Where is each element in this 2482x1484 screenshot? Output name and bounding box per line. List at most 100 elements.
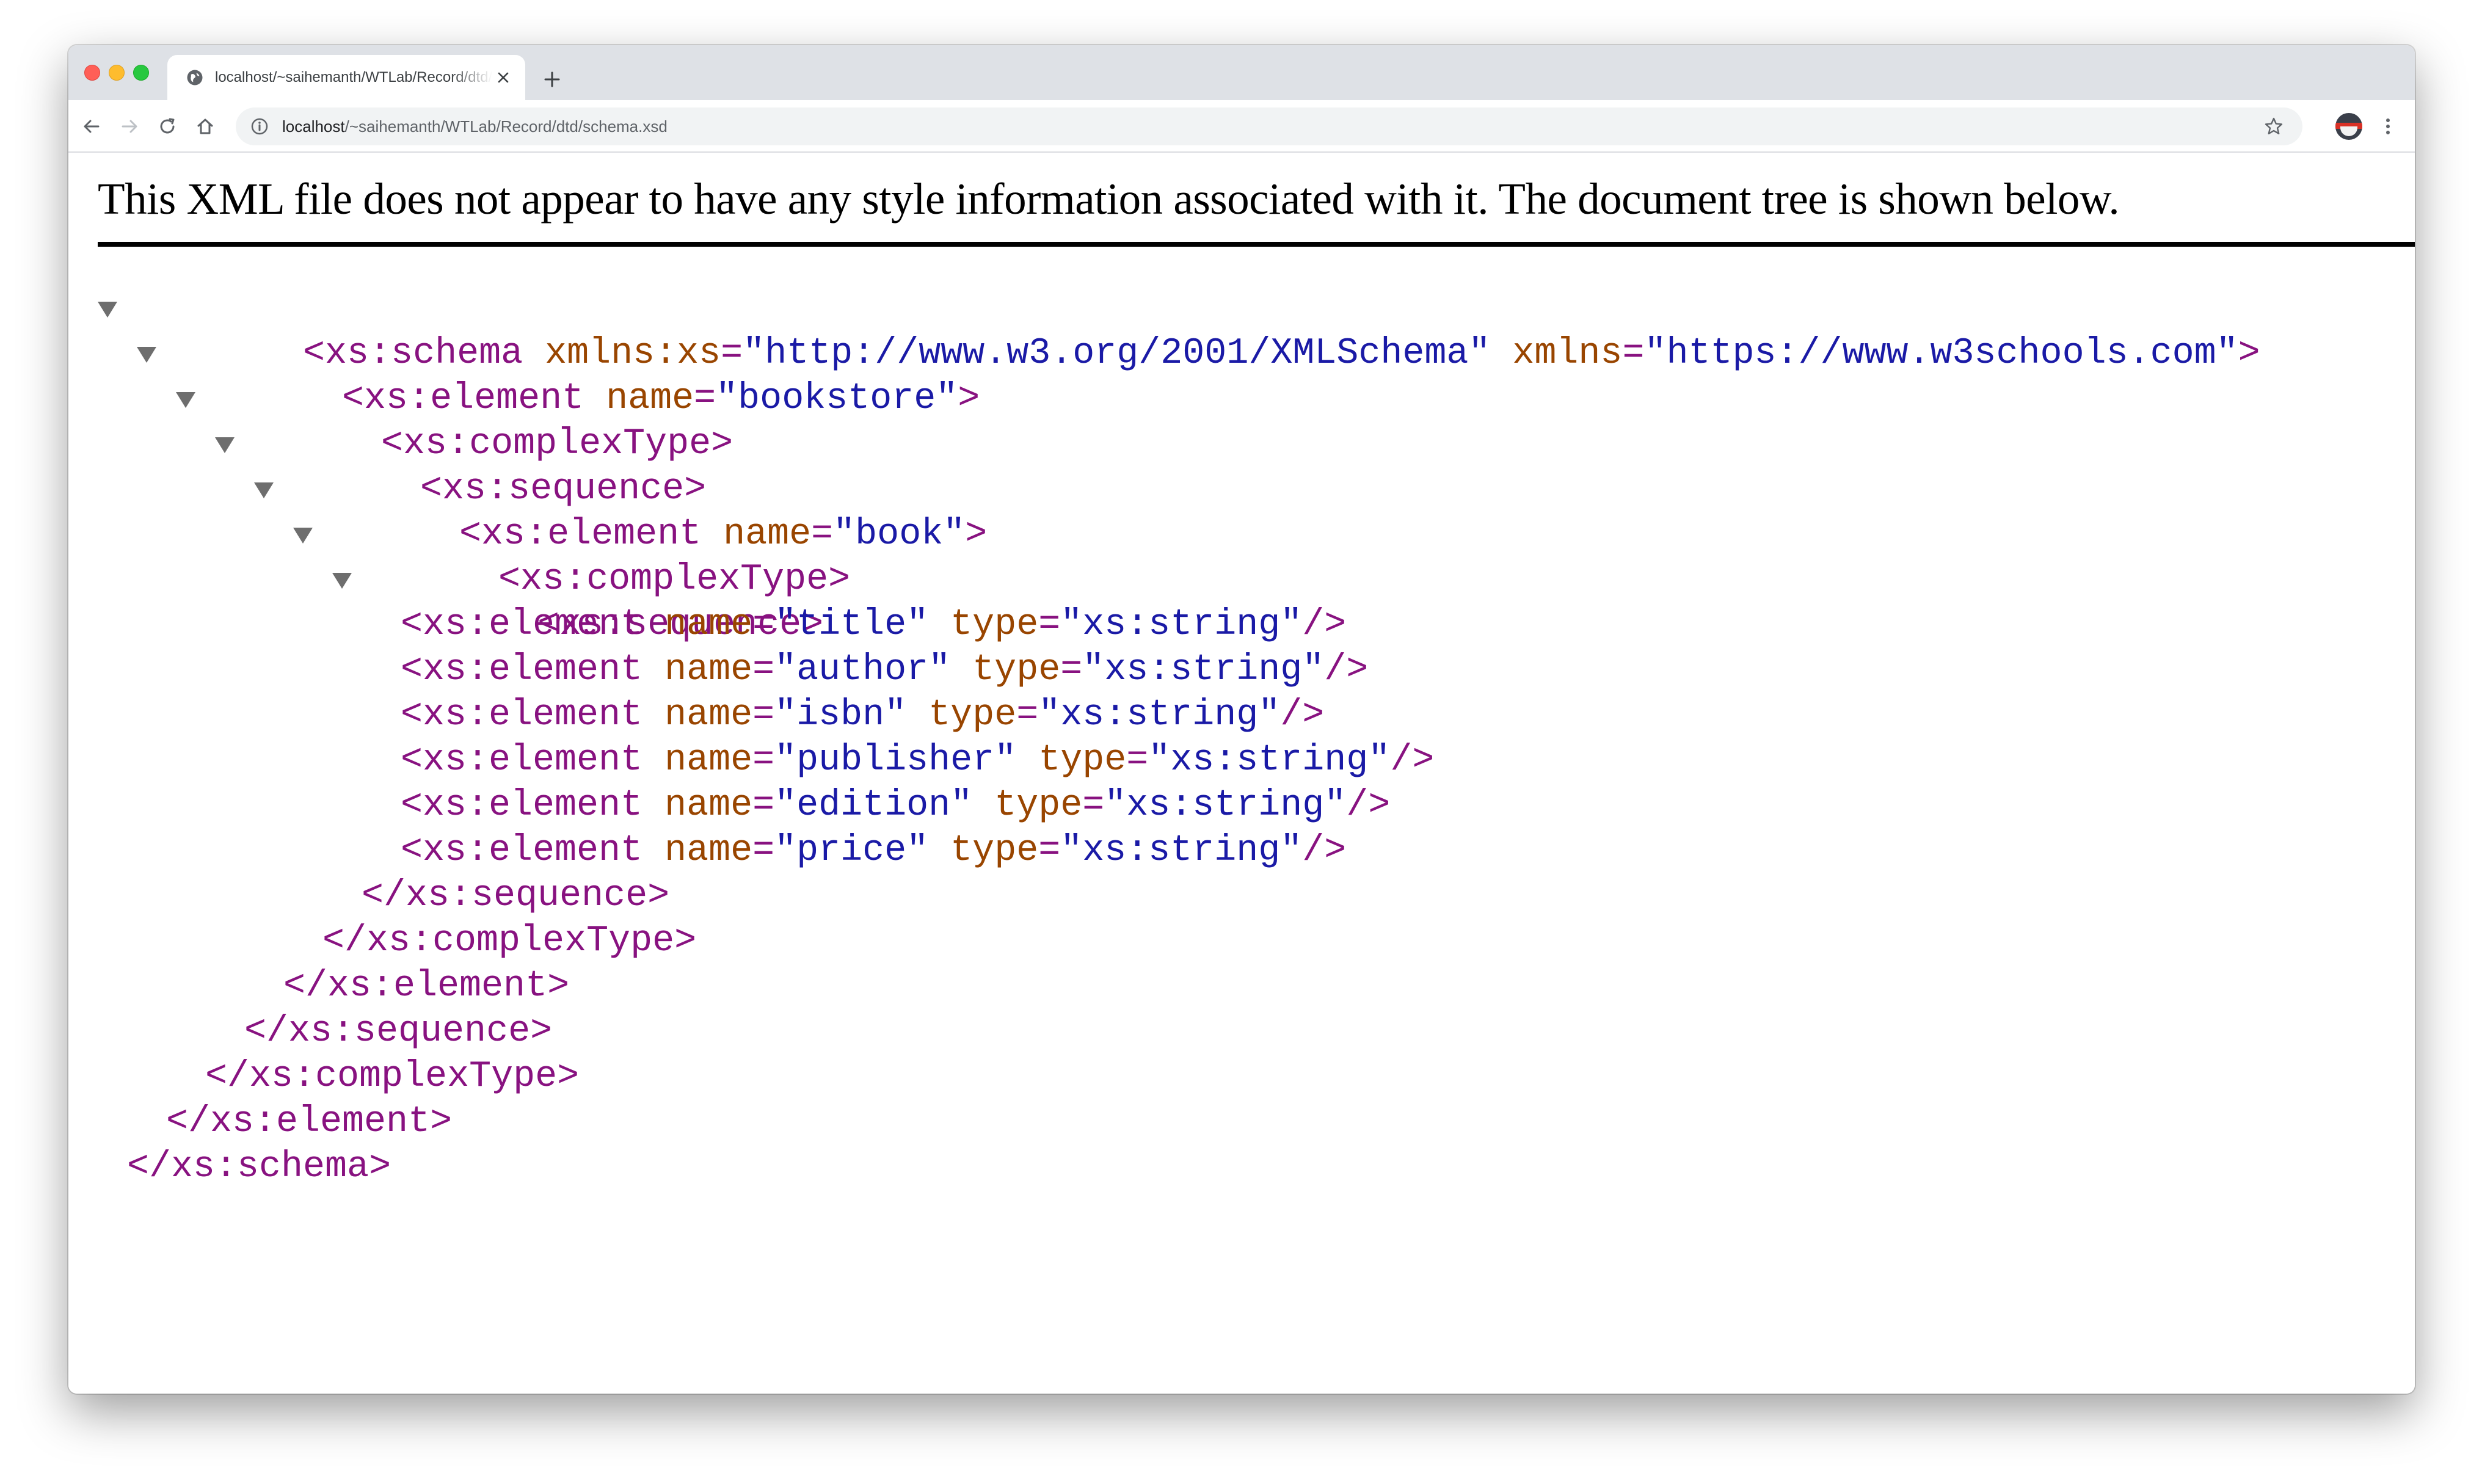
attribute-name: type — [1016, 740, 1127, 781]
active-tab[interactable]: localhost/~saihemanth/WTLab/Record/dtd/s… — [167, 55, 525, 100]
xml-line-sequence-outer-close: </xs:sequence> — [98, 1009, 2260, 1054]
url-text[interactable]: localhost/~saihemanth/WTLab/Record/dtd/s… — [282, 117, 668, 136]
xml-line-element-book: <xs:element name="book"> — [98, 467, 2260, 555]
xml-line-element-publisher: <xs:element name="publisher" type="xs:st… — [98, 738, 2260, 783]
tag-close: /> — [1324, 649, 1369, 691]
xml-line-complextype-inner-close: </xs:complexType> — [98, 918, 2260, 964]
xml-line-sequence-outer: <xs:sequence> — [98, 421, 2260, 510]
attribute-value: "publisher" — [774, 740, 1017, 781]
reload-button[interactable] — [153, 112, 182, 141]
address-bar[interactable]: localhost/~saihemanth/WTLab/Record/dtd/s… — [236, 107, 2302, 145]
page-content: This XML file does not appear to have an… — [68, 153, 2415, 1394]
tag-name: <xs:element — [401, 694, 643, 736]
xml-line-element-bookstore: <xs:element name="bookstore"> — [98, 331, 2260, 420]
collapse-triangle-icon[interactable] — [332, 573, 352, 589]
attribute-name: type — [950, 649, 1061, 691]
equals-sign: = — [752, 604, 775, 646]
profile-avatar[interactable] — [2335, 113, 2362, 140]
xml-line-sequence-inner: <xs:sequence> — [98, 557, 2260, 646]
no-style-message: This XML file does not appear to have an… — [98, 174, 2120, 224]
header-divider — [98, 242, 2415, 247]
attribute-name: name — [642, 785, 753, 826]
xml-line-complextype-outer: <xs:complexType> — [98, 376, 2260, 465]
close-window-button[interactable] — [84, 65, 100, 81]
equals-sign: = — [752, 830, 775, 871]
attribute-value: "xs:string" — [1082, 649, 1325, 691]
collapse-triangle-icon[interactable] — [254, 482, 274, 498]
equals-sign: = — [752, 649, 775, 691]
home-icon — [197, 118, 213, 134]
back-button[interactable] — [77, 112, 106, 141]
tag-name: <xs:element — [401, 740, 643, 781]
attribute-value: "xs:string" — [1038, 694, 1281, 736]
tab-close-icon[interactable] — [492, 67, 514, 89]
collapse-triangle-icon[interactable] — [293, 528, 313, 544]
equals-sign: = — [1038, 830, 1061, 871]
attribute-name: type — [928, 604, 1039, 646]
tab-strip: localhost/~saihemanth/WTLab/Record/dtd/s… — [68, 45, 2415, 100]
maximize-window-button[interactable] — [133, 65, 149, 81]
attribute-name: name — [642, 830, 753, 871]
xml-line-complextype-outer-close: </xs:complexType> — [98, 1054, 2260, 1099]
collapse-triangle-icon[interactable] — [176, 392, 195, 408]
tab-title: localhost/~saihemanth/WTLab/Record/dtd/s… — [215, 69, 492, 85]
attribute-value: "author" — [774, 649, 951, 691]
attribute-value: "xs:string" — [1060, 604, 1303, 646]
equals-sign: = — [752, 785, 775, 826]
xml-line-sequence-inner-close: </xs:sequence> — [98, 873, 2260, 918]
tag-name: <xs:element — [401, 604, 643, 646]
forward-button[interactable] — [115, 112, 144, 141]
browser-toolbar: localhost/~saihemanth/WTLab/Record/dtd/s… — [68, 100, 2415, 153]
closing-tag: </xs:element> — [166, 1101, 453, 1143]
attribute-value: "xs:string" — [1104, 785, 1347, 826]
tag-close: /> — [1390, 740, 1435, 781]
new-tab-button[interactable] — [539, 66, 566, 93]
arrow-left-icon — [84, 120, 100, 133]
xml-tree: <xs:schema xmlns:xs="http://www.w3.org/2… — [98, 286, 2260, 1190]
attribute-value: "title" — [774, 604, 929, 646]
closing-tag: </xs:sequence> — [362, 875, 670, 917]
url-path: /~saihemanth/WTLab/Record/dtd/schema.xsd — [344, 117, 668, 136]
xml-line-element-edition: <xs:element name="edition" type="xs:stri… — [98, 783, 2260, 828]
closing-tag: </xs:complexType> — [322, 920, 697, 962]
reload-icon — [160, 118, 175, 134]
tag-name: <xs:element — [401, 649, 643, 691]
attribute-value: "xs:string" — [1060, 830, 1303, 871]
attribute-value: "price" — [774, 830, 929, 871]
equals-sign: = — [752, 740, 775, 781]
arrow-right-icon — [122, 120, 137, 133]
attribute-name: type — [972, 785, 1083, 826]
tag-close: /> — [1302, 604, 1347, 646]
xml-line-schema-close: </xs:schema> — [98, 1144, 2260, 1190]
attribute-name: name — [642, 740, 753, 781]
xml-line-complextype-inner: <xs:complexType> — [98, 512, 2260, 600]
equals-sign: = — [1126, 740, 1149, 781]
attribute-value: "xs:string" — [1148, 740, 1391, 781]
tag-name: <xs:element — [401, 830, 643, 871]
xml-line-schema-open: <xs:schema xmlns:xs="http://www.w3.org/2… — [98, 286, 2260, 374]
tag-close: /> — [1280, 694, 1325, 736]
equals-sign: = — [1016, 694, 1039, 736]
minimize-window-button[interactable] — [109, 65, 125, 81]
tag-close: /> — [1346, 785, 1391, 826]
xml-line-element-isbn: <xs:element name="isbn" type="xs:string"… — [98, 693, 2260, 738]
window-controls — [84, 65, 149, 81]
equals-sign: = — [752, 694, 775, 736]
collapse-triangle-icon[interactable] — [215, 437, 235, 453]
bookmark-star-icon[interactable] — [2261, 114, 2287, 139]
browser-window: localhost/~saihemanth/WTLab/Record/dtd/s… — [68, 45, 2415, 1394]
tag-name: <xs:element — [401, 785, 643, 826]
menu-kebab-icon[interactable] — [2373, 112, 2403, 141]
collapse-triangle-icon[interactable] — [137, 347, 156, 363]
attribute-value: "isbn" — [774, 694, 907, 736]
info-icon[interactable] — [250, 117, 269, 136]
attribute-name: name — [642, 604, 753, 646]
xml-line-element-author: <xs:element name="author" type="xs:strin… — [98, 647, 2260, 693]
xml-line-element-bookstore-close: </xs:element> — [98, 1099, 2260, 1144]
home-button[interactable] — [191, 112, 220, 141]
url-host: localhost — [282, 117, 345, 136]
xml-line-element-title: <xs:element name="title" type="xs:string… — [98, 602, 2260, 647]
attribute-name: type — [928, 830, 1039, 871]
attribute-name: type — [906, 694, 1017, 736]
collapse-triangle-icon[interactable] — [98, 302, 117, 318]
